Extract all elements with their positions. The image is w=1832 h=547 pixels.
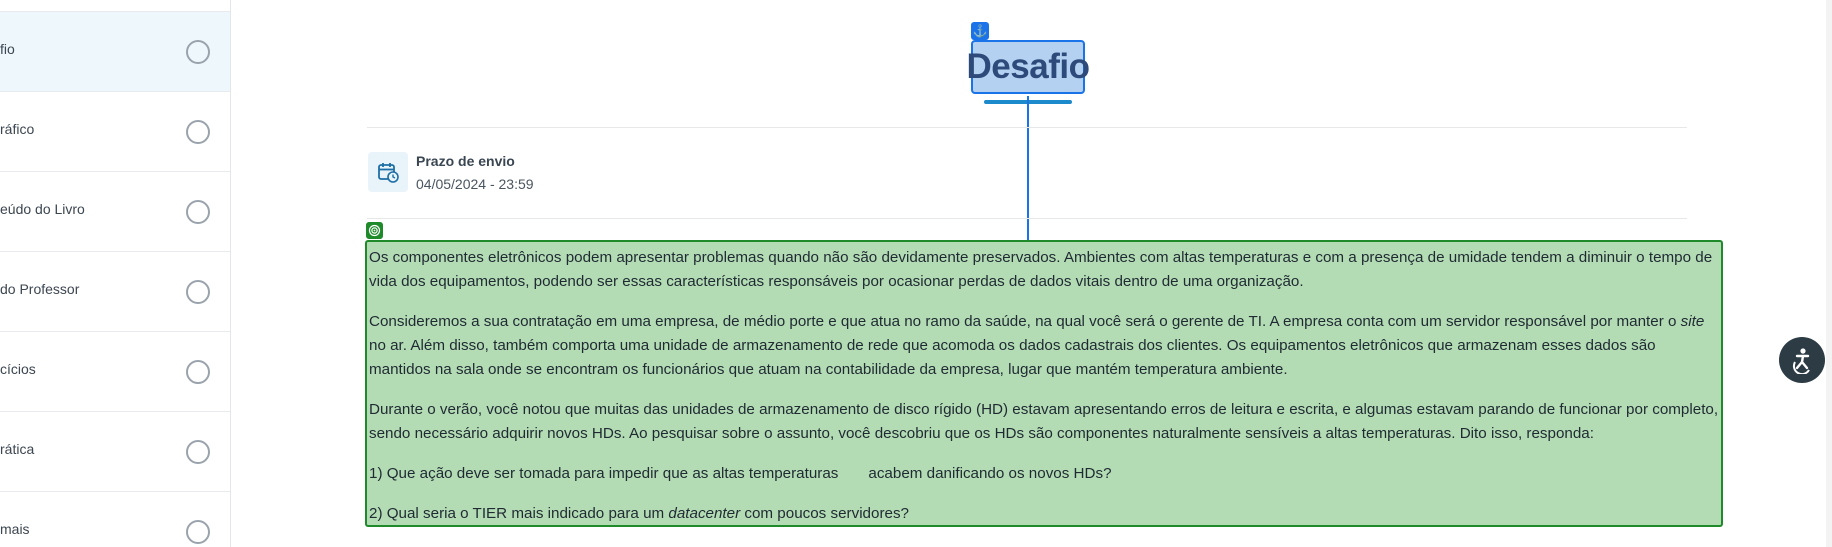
divider [367, 127, 1687, 128]
paragraph: Os componentes eletrônicos podem apresen… [369, 246, 1719, 294]
question-text: 2) Qual seria o TIER mais indicado para … [369, 505, 669, 522]
target-icon [366, 222, 383, 239]
question-text: 1) Que ação deve ser tomada para impedir… [369, 465, 839, 482]
sidebar-item-label: do Professor [0, 281, 80, 297]
sidebar-item-conteudo-livro[interactable]: eúdo do Livro [0, 172, 230, 252]
paragraph-text: Os componentes eletrônicos podem apresen… [369, 249, 1713, 290]
main-content: ⚓ Desafio Prazo de envio 04/05/2024 - 23… [231, 0, 1832, 547]
completion-circle-icon [186, 40, 210, 64]
italic-text: site [1680, 313, 1705, 330]
sidebar-item-desafio[interactable]: fio [0, 12, 230, 92]
sidebar-item-label: rática [0, 441, 35, 457]
calendar-clock-icon [368, 152, 408, 192]
paragraph-text: Consideremos a sua contratação em uma em… [369, 313, 1681, 330]
sidebar-item-saiba-mais[interactable]: mais [0, 492, 230, 547]
accessibility-icon [1792, 348, 1810, 374]
paragraph: Consideremos a sua contratação em uma em… [369, 310, 1719, 382]
question-1: 1) Que ação deve ser tomada para impedir… [369, 462, 1719, 486]
question-text: acabem danificando os novos HDs? [868, 465, 1112, 482]
scrollbar[interactable] [1826, 0, 1832, 547]
completion-circle-icon [186, 360, 210, 384]
deadline-value: 04/05/2024 - 23:59 [416, 176, 534, 192]
sidebar-item-label: ráfico [0, 121, 35, 137]
sidebar: fio ráfico eúdo do Livro do Professor cí… [0, 0, 231, 547]
highlight-connector-line [1027, 96, 1029, 242]
question-text: com poucos servidores? [740, 505, 909, 522]
paragraph: Durante o verão, você notou que muitas d… [369, 398, 1719, 446]
sidebar-item-label: fio [0, 41, 15, 57]
sidebar-item-pratica[interactable]: rática [0, 412, 230, 492]
completion-circle-icon [186, 440, 210, 464]
sidebar-item-label: mais [0, 521, 30, 537]
divider [367, 218, 1687, 219]
deadline-label: Prazo de envio [416, 153, 515, 169]
paragraph-text: no ar. Além disso, também comporta uma u… [369, 337, 1656, 378]
title-highlight: Desafio [967, 40, 1090, 94]
sidebar-item-grafico[interactable]: ráfico [0, 92, 230, 172]
sidebar-item-label: eúdo do Livro [0, 201, 85, 217]
page-title: Desafio [966, 47, 1090, 86]
anchor-icon: ⚓ [971, 22, 989, 40]
sidebar-item-exercicios[interactable]: cícios [0, 332, 230, 412]
accessibility-button[interactable] [1779, 337, 1825, 383]
question-2: 2) Qual seria o TIER mais indicado para … [369, 502, 1719, 526]
italic-text: datacenter [668, 505, 741, 522]
completion-circle-icon [186, 200, 210, 224]
challenge-content: Os componentes eletrônicos podem apresen… [365, 240, 1723, 527]
completion-circle-icon [186, 120, 210, 144]
sidebar-item-label: cícios [0, 361, 36, 377]
sidebar-item-professor[interactable]: do Professor [0, 252, 230, 332]
completion-circle-icon [186, 520, 210, 544]
paragraph-text: Durante o verão, você notou que muitas d… [369, 401, 1719, 442]
sidebar-top-divider [0, 0, 230, 12]
completion-circle-icon [186, 280, 210, 304]
